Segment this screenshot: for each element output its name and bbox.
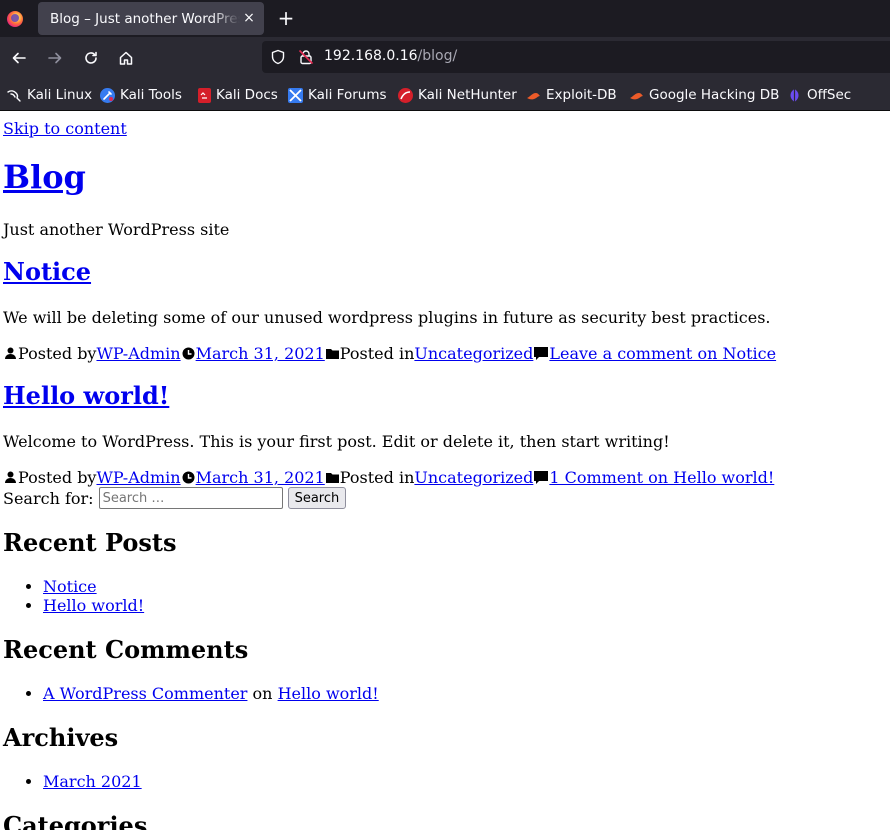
recent-post-link[interactable]: Notice xyxy=(43,577,97,596)
clock-icon xyxy=(182,347,195,360)
bookmark-label: Kali Tools xyxy=(120,87,182,103)
post-body: Welcome to WordPress. This is your first… xyxy=(3,432,670,451)
comment-icon xyxy=(534,471,549,484)
list-item: Notice xyxy=(43,577,144,596)
list-item: Hello world! xyxy=(43,596,144,615)
site-title[interactable]: Blog xyxy=(3,158,86,196)
archive-link[interactable]: March 2021 xyxy=(43,772,142,791)
folder-icon xyxy=(325,349,339,359)
kali-tools-icon xyxy=(100,87,115,103)
post-meta: Posted by WP-Admin March 31, 2021 Posted… xyxy=(3,468,774,487)
forward-arrow-icon[interactable] xyxy=(43,46,67,70)
comment-post-link[interactable]: Hello world! xyxy=(278,684,379,703)
category-link[interactable]: Uncategorized xyxy=(414,468,533,487)
site-tagline: Just another WordPress site xyxy=(3,220,230,239)
author-link[interactable]: WP-Admin xyxy=(96,468,180,487)
firefox-icon[interactable] xyxy=(0,0,30,37)
bookmark-kali-forums[interactable]: Kali Forums xyxy=(288,85,387,105)
search-input[interactable] xyxy=(98,487,283,509)
bookmark-label: Google Hacking DB xyxy=(649,87,780,103)
url-bar[interactable]: 192.168.0.16/blog/ xyxy=(262,41,890,73)
bookmark-google-hacking-db[interactable]: Google Hacking DB xyxy=(629,85,779,105)
bookmark-kali-linux[interactable]: Kali Linux xyxy=(7,85,92,105)
tracking-shield-icon[interactable] xyxy=(270,49,286,65)
post-body: We will be deleting some of our unused w… xyxy=(3,308,771,327)
bookmark-offsec[interactable]: OffSec xyxy=(787,85,851,105)
new-tab-button[interactable]: + xyxy=(276,7,296,29)
comment-link[interactable]: Leave a comment on Notice xyxy=(549,344,776,363)
comment-on-text: on xyxy=(252,684,273,703)
skip-to-content-link[interactable]: Skip to content xyxy=(3,119,127,138)
posted-by-label: Posted by xyxy=(18,344,97,363)
comment-icon xyxy=(534,347,549,360)
list-item: March 2021 xyxy=(43,772,142,791)
reload-icon[interactable] xyxy=(79,46,103,70)
comment-link[interactable]: 1 Comment on Hello world! xyxy=(549,468,774,487)
exploit-db-icon xyxy=(526,88,541,103)
author-icon xyxy=(5,471,16,483)
recent-post-link[interactable]: Hello world! xyxy=(43,596,144,615)
bookmark-label: Kali Linux xyxy=(27,87,93,103)
url-path: /blog/ xyxy=(417,48,458,64)
post-date-link[interactable]: March 31, 2021 xyxy=(196,468,325,487)
bookmark-kali-docs[interactable]: Kali Docs xyxy=(198,85,278,105)
search-button[interactable]: Search xyxy=(287,487,347,509)
post-date-link[interactable]: March 31, 2021 xyxy=(196,344,325,363)
offsec-icon xyxy=(787,88,802,103)
bookmark-label: Kali Docs xyxy=(216,87,278,103)
back-arrow-icon[interactable] xyxy=(7,46,31,70)
archives-list: March 2021 xyxy=(3,772,142,791)
posted-in-label: Posted in xyxy=(339,468,415,487)
list-item: A WordPress Commenter on Hello world! xyxy=(43,684,379,703)
kali-forums-icon xyxy=(288,87,303,103)
url-text: 192.168.0.16/blog/ xyxy=(324,48,457,64)
folder-icon xyxy=(325,473,339,483)
posted-by-label: Posted by xyxy=(18,468,97,487)
nethunter-icon xyxy=(398,87,413,103)
bookmark-label: Exploit-DB xyxy=(546,87,617,103)
kali-dragon-icon xyxy=(7,88,22,103)
bookmarks-toolbar: Kali Linux Kali Tools Kali Docs Kali For… xyxy=(0,79,890,111)
archives-heading: Archives xyxy=(3,723,119,752)
category-link[interactable]: Uncategorized xyxy=(414,344,533,363)
kali-docs-icon xyxy=(198,87,211,103)
post-meta: Posted by WP-Admin March 31, 2021 Posted… xyxy=(3,344,776,363)
author-icon xyxy=(5,347,16,359)
search-label: Search for: xyxy=(3,488,94,508)
posted-in-label: Posted in xyxy=(339,344,415,363)
navigation-toolbar: 192.168.0.16/blog/ xyxy=(0,37,890,79)
bookmark-kali-nethunter[interactable]: Kali NetHunter xyxy=(398,85,517,105)
post-title-hello-world[interactable]: Hello world! xyxy=(3,381,169,410)
tab-close-icon[interactable]: × xyxy=(240,9,258,27)
home-icon[interactable] xyxy=(114,46,138,70)
recent-posts-list: Notice Hello world! xyxy=(3,577,144,615)
comment-author-link[interactable]: A WordPress Commenter xyxy=(43,684,247,703)
search-form: Search for: Search xyxy=(3,487,347,509)
insecure-lock-icon[interactable] xyxy=(298,49,314,65)
bookmark-label: Kali NetHunter xyxy=(418,87,517,103)
clock-icon xyxy=(182,471,195,484)
tab-title: Blog – Just another WordPress site xyxy=(50,10,240,27)
bookmark-label: Kali Forums xyxy=(308,87,387,103)
active-tab[interactable]: Blog – Just another WordPress site × xyxy=(38,2,264,35)
recent-comments-list: A WordPress Commenter on Hello world! xyxy=(3,684,379,703)
tab-bar: Blog – Just another WordPress site × + xyxy=(0,0,890,37)
ghdb-icon xyxy=(629,88,644,103)
categories-heading: Categories xyxy=(3,811,148,830)
bookmark-kali-tools[interactable]: Kali Tools xyxy=(100,85,182,105)
page-content: Skip to content Blog Just another WordPr… xyxy=(0,111,890,830)
recent-posts-heading: Recent Posts xyxy=(3,528,177,557)
bookmark-label: OffSec xyxy=(807,87,852,103)
url-host: 192.168.0.16 xyxy=(324,48,418,64)
bookmark-exploit-db[interactable]: Exploit-DB xyxy=(526,85,617,105)
recent-comments-heading: Recent Comments xyxy=(3,635,249,664)
post-title-notice[interactable]: Notice xyxy=(3,257,91,286)
author-link[interactable]: WP-Admin xyxy=(96,344,180,363)
